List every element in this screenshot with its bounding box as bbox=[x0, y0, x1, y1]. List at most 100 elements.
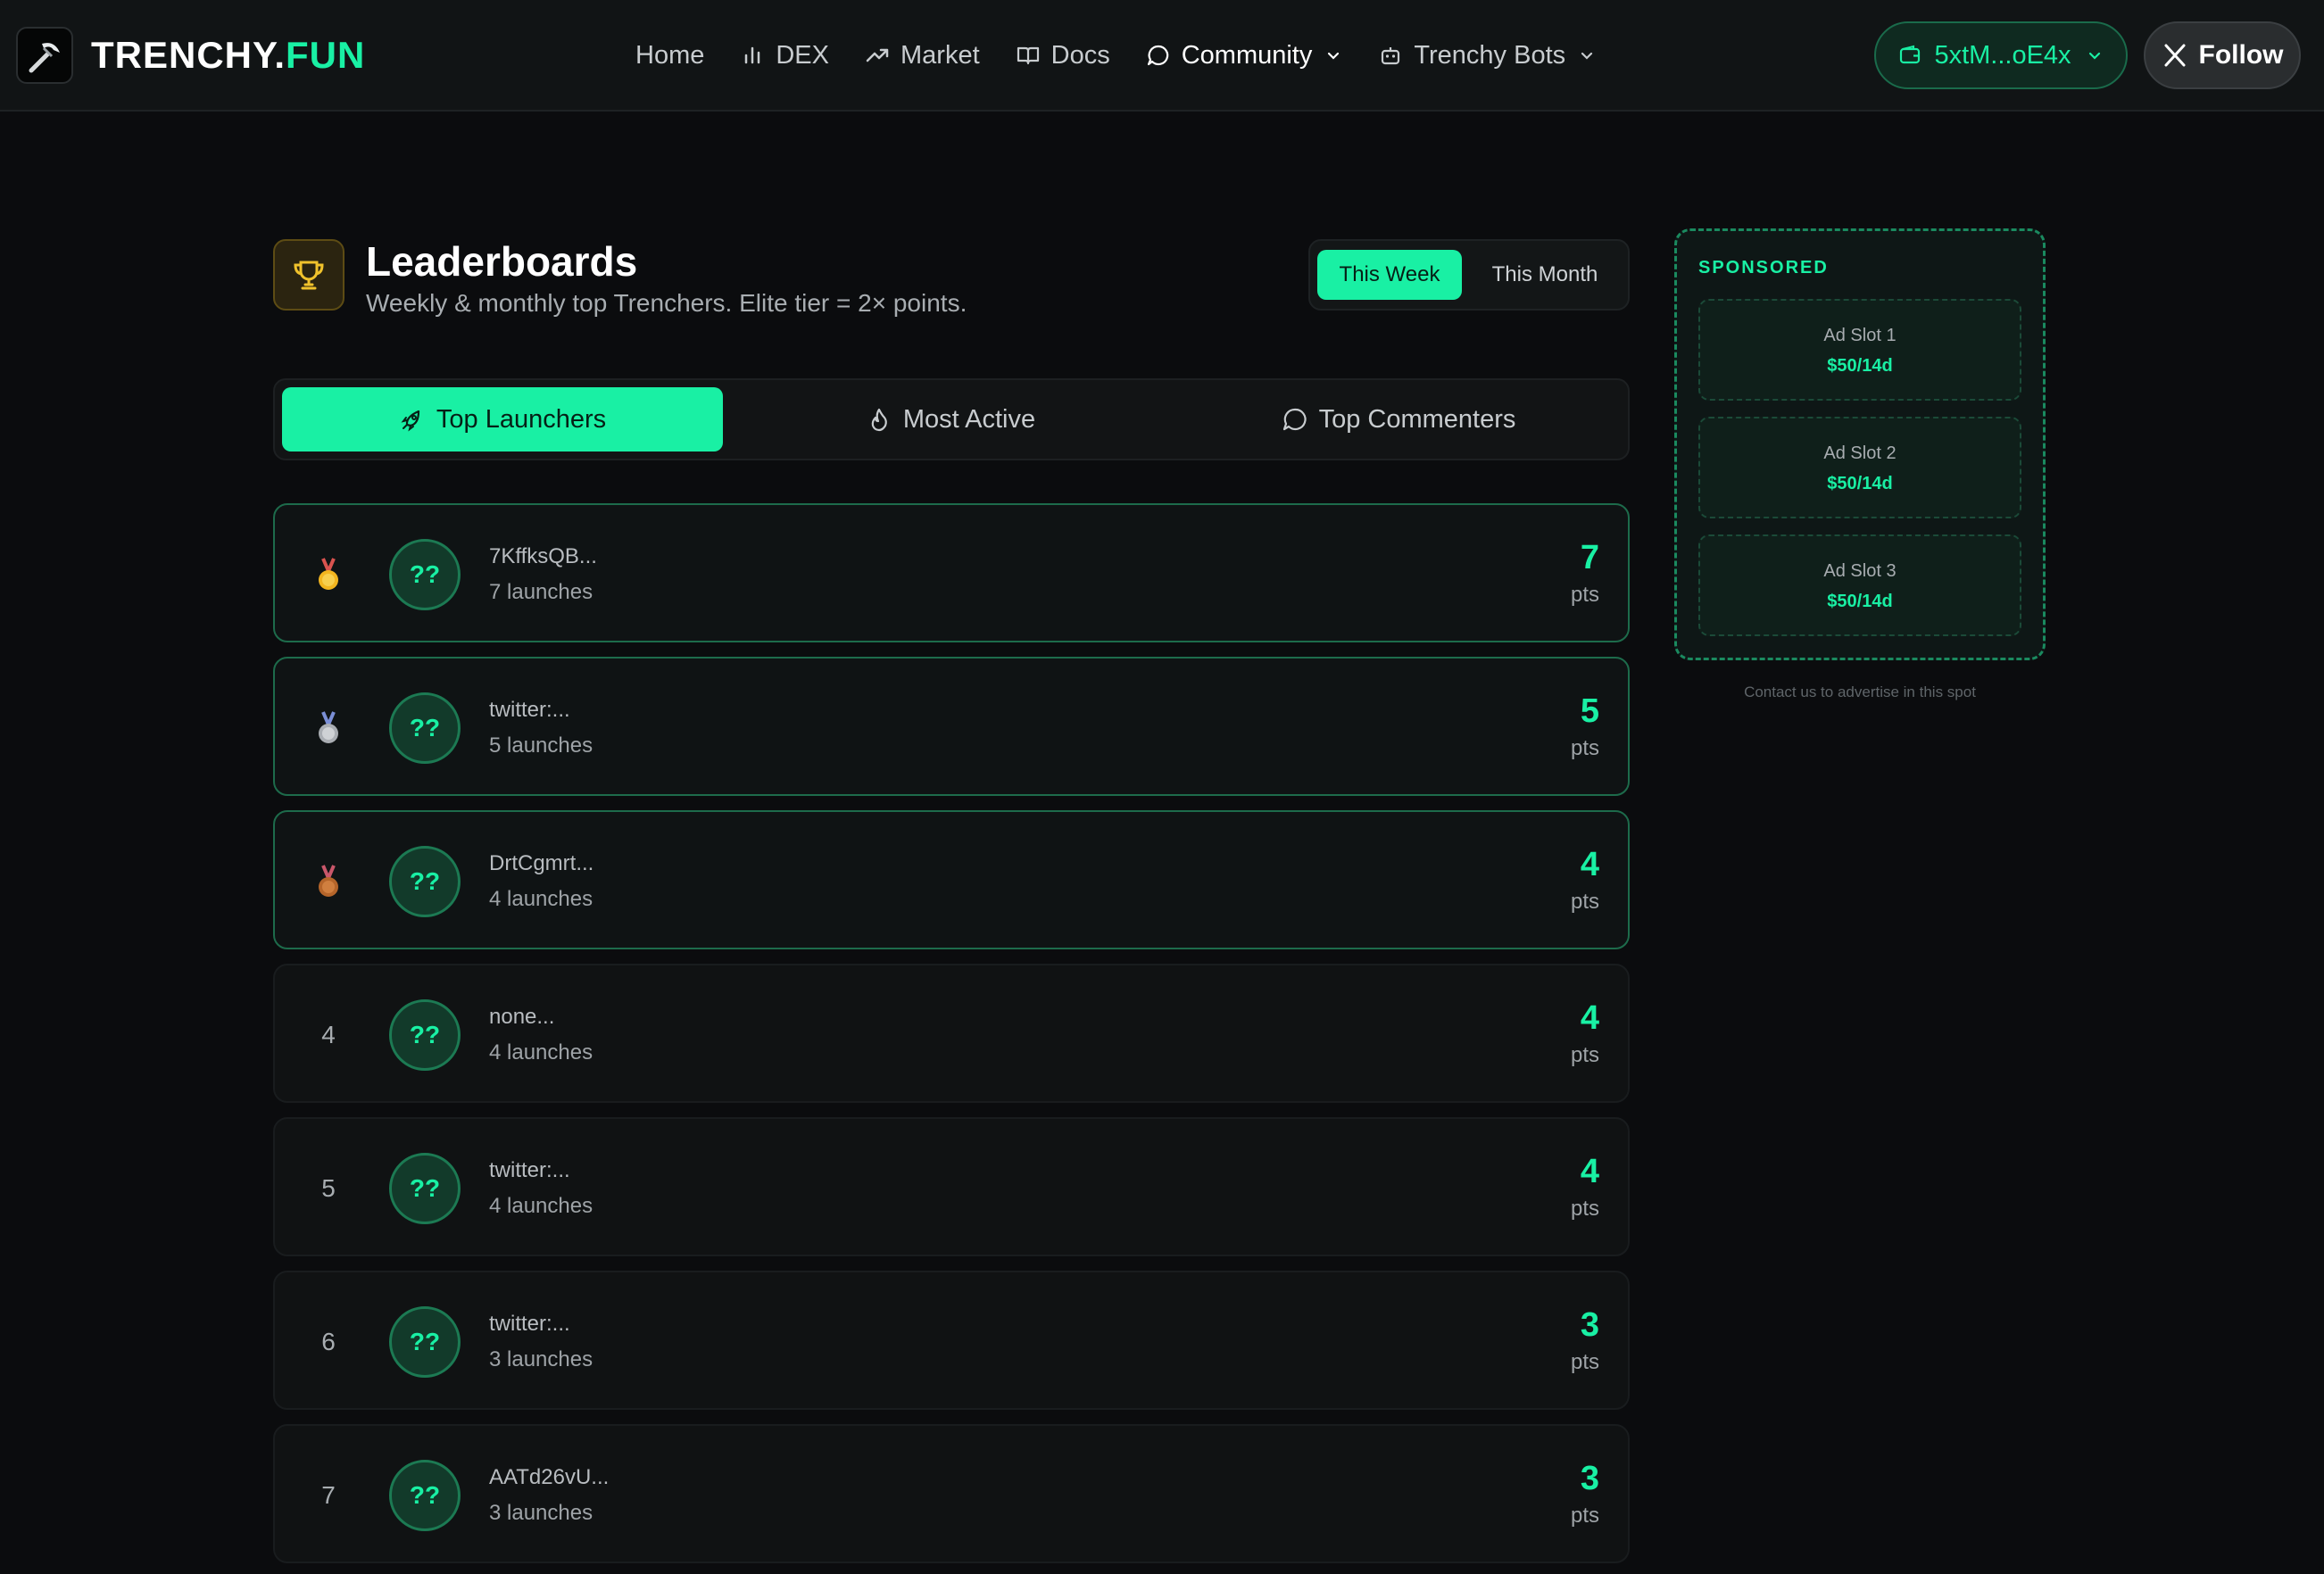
follow-label: Follow bbox=[2198, 40, 2284, 70]
tab-most-active[interactable]: Most Active bbox=[730, 387, 1171, 451]
points-unit: pts bbox=[1570, 1043, 1599, 1067]
rank-number: 4 bbox=[321, 1021, 336, 1048]
avatar: ?? bbox=[389, 692, 461, 764]
user-name: twitter:... bbox=[489, 1312, 570, 1336]
leaderboard-row[interactable]: ?? 7KffksQB... 7 launches 7 pts bbox=[273, 503, 1630, 642]
leaderboard-row[interactable]: ?? twitter:... 5 launches 5 pts bbox=[273, 657, 1630, 796]
chevron-down-icon bbox=[1324, 46, 1342, 64]
rocket-icon bbox=[399, 406, 426, 433]
nav-dex[interactable]: DEX bbox=[740, 29, 829, 82]
nav-community-dropdown[interactable]: Community bbox=[1146, 29, 1343, 82]
points-unit: pts bbox=[1570, 1504, 1599, 1528]
ad-slot[interactable]: Ad Slot 2 $50/14d bbox=[1698, 417, 2021, 518]
points: 7 pts bbox=[1571, 539, 1599, 608]
user-name: twitter:... bbox=[489, 698, 570, 722]
avatar: ?? bbox=[389, 1153, 461, 1224]
rank-number: 6 bbox=[321, 1328, 336, 1355]
comment-icon bbox=[1282, 406, 1308, 433]
leaderboard-row[interactable]: 6 ?? twitter:... 3 launches 3 pts bbox=[273, 1271, 1630, 1410]
points-unit: pts bbox=[1570, 890, 1599, 914]
points-unit: pts bbox=[1570, 736, 1599, 760]
user-name: DrtCgmrt... bbox=[489, 851, 594, 875]
leaderboard-row[interactable]: 5 ?? twitter:... 4 launches 4 pts bbox=[273, 1117, 1630, 1256]
brand-logo-link[interactable]: TRENCHY.FUN bbox=[16, 27, 365, 84]
avatar: ?? bbox=[389, 846, 461, 917]
user-info: none... 4 launches bbox=[489, 1005, 593, 1065]
brand-name: TRENCHY.FUN bbox=[91, 34, 366, 76]
wallet-button[interactable]: 5xtM...oE4x bbox=[1874, 21, 2128, 89]
avatar: ?? bbox=[389, 539, 461, 610]
ad-slot[interactable]: Ad Slot 3 $50/14d bbox=[1698, 534, 2021, 636]
points-value: 7 bbox=[1580, 539, 1599, 576]
nav-home-label: Home bbox=[635, 40, 705, 70]
user-info: twitter:... 3 launches bbox=[489, 1312, 593, 1372]
user-name: twitter:... bbox=[489, 1158, 570, 1182]
chat-bubble-icon bbox=[1146, 43, 1171, 68]
user-info: twitter:... 4 launches bbox=[489, 1158, 593, 1219]
tab-top-commenters[interactable]: Top Commenters bbox=[1178, 387, 1619, 451]
nav-market[interactable]: Market bbox=[865, 29, 980, 82]
tab-top-commenters-label: Top Commenters bbox=[1318, 404, 1516, 434]
points: 3 pts bbox=[1571, 1460, 1599, 1528]
this-week-button[interactable]: This Week bbox=[1317, 250, 1462, 300]
tab-most-active-label: Most Active bbox=[902, 404, 1036, 434]
nav-home[interactable]: Home bbox=[635, 29, 704, 82]
points: 4 pts bbox=[1571, 999, 1599, 1068]
sponsored-label: SPONSORED bbox=[1698, 258, 1829, 278]
points: 5 pts bbox=[1571, 692, 1599, 761]
nav-bots-dropdown[interactable]: Trenchy Bots bbox=[1378, 29, 1596, 82]
wallet-address: 5xtM...oE4x bbox=[1934, 40, 2071, 70]
nav-community-label: Community bbox=[1181, 40, 1313, 70]
ad-slot[interactable]: Ad Slot 1 $50/14d bbox=[1698, 299, 2021, 401]
sponsored-panel: SPONSORED Ad Slot 1 $50/14d Ad Slot 2 $5… bbox=[1674, 228, 2046, 660]
category-tabs: Top Launchers Most Active Top Commenters bbox=[273, 378, 1630, 460]
ad-slot-name: Ad Slot 2 bbox=[1823, 443, 1897, 463]
user-name: none... bbox=[489, 1005, 555, 1029]
period-toggle: This Week This Month bbox=[1308, 239, 1630, 311]
follow-x-button[interactable]: Follow bbox=[2144, 21, 2301, 89]
user-info: 7KffksQB... 7 launches bbox=[489, 544, 597, 605]
points-unit: pts bbox=[1570, 1197, 1599, 1221]
leaderboard-row[interactable]: ?? DrtCgmrt... 4 launches 4 pts bbox=[273, 810, 1630, 949]
wallet-icon bbox=[1898, 44, 1921, 67]
points-unit: pts bbox=[1570, 1350, 1599, 1374]
tab-top-launchers-label: Top Launchers bbox=[436, 404, 607, 434]
rank-number: 5 bbox=[321, 1174, 336, 1202]
launch-count: 4 launches bbox=[489, 1040, 593, 1065]
points-value: 3 bbox=[1580, 1306, 1599, 1344]
launch-count: 5 launches bbox=[489, 733, 593, 758]
tab-top-launchers[interactable]: Top Launchers bbox=[282, 387, 723, 451]
nav-docs[interactable]: Docs bbox=[1016, 29, 1110, 82]
user-info: DrtCgmrt... 4 launches bbox=[489, 851, 593, 912]
chevron-down-icon bbox=[1578, 46, 1596, 64]
nav-bots-label: Trenchy Bots bbox=[1414, 40, 1566, 70]
ad-slot-price: $50/14d bbox=[1827, 474, 1893, 493]
trophy-icon bbox=[273, 239, 344, 311]
pickaxe-icon bbox=[16, 27, 73, 84]
points-value: 4 bbox=[1580, 846, 1599, 883]
avatar: ?? bbox=[389, 999, 461, 1071]
this-month-button[interactable]: This Month bbox=[1467, 250, 1623, 300]
launch-count: 3 launches bbox=[489, 1347, 593, 1371]
leaderboard-row[interactable]: 4 ?? none... 4 launches 4 pts bbox=[273, 964, 1630, 1103]
silver-medal-icon bbox=[311, 659, 346, 798]
page-title: Leaderboards bbox=[366, 238, 638, 285]
chevron-down-icon bbox=[2086, 46, 2104, 64]
points-unit: pts bbox=[1570, 583, 1599, 607]
rank-number: 7 bbox=[321, 1481, 336, 1509]
user-name: 7KffksQB... bbox=[489, 544, 597, 568]
flame-icon bbox=[866, 406, 892, 433]
trend-up-icon bbox=[865, 43, 890, 68]
points: 4 pts bbox=[1571, 846, 1599, 915]
leaderboard-row[interactable]: 7 ?? AATd26vU... 3 launches 3 pts bbox=[273, 1424, 1630, 1563]
bronze-medal-icon bbox=[311, 812, 346, 951]
points-value: 4 bbox=[1580, 999, 1599, 1037]
book-icon bbox=[1016, 43, 1041, 68]
ad-slot-price: $50/14d bbox=[1827, 592, 1893, 611]
robot-icon bbox=[1378, 43, 1403, 68]
nav-market-label: Market bbox=[901, 40, 980, 70]
gold-medal-icon bbox=[311, 505, 346, 644]
user-info: AATd26vU... 3 launches bbox=[489, 1465, 609, 1526]
points-value: 5 bbox=[1580, 692, 1599, 730]
launch-count: 4 launches bbox=[489, 1194, 593, 1218]
